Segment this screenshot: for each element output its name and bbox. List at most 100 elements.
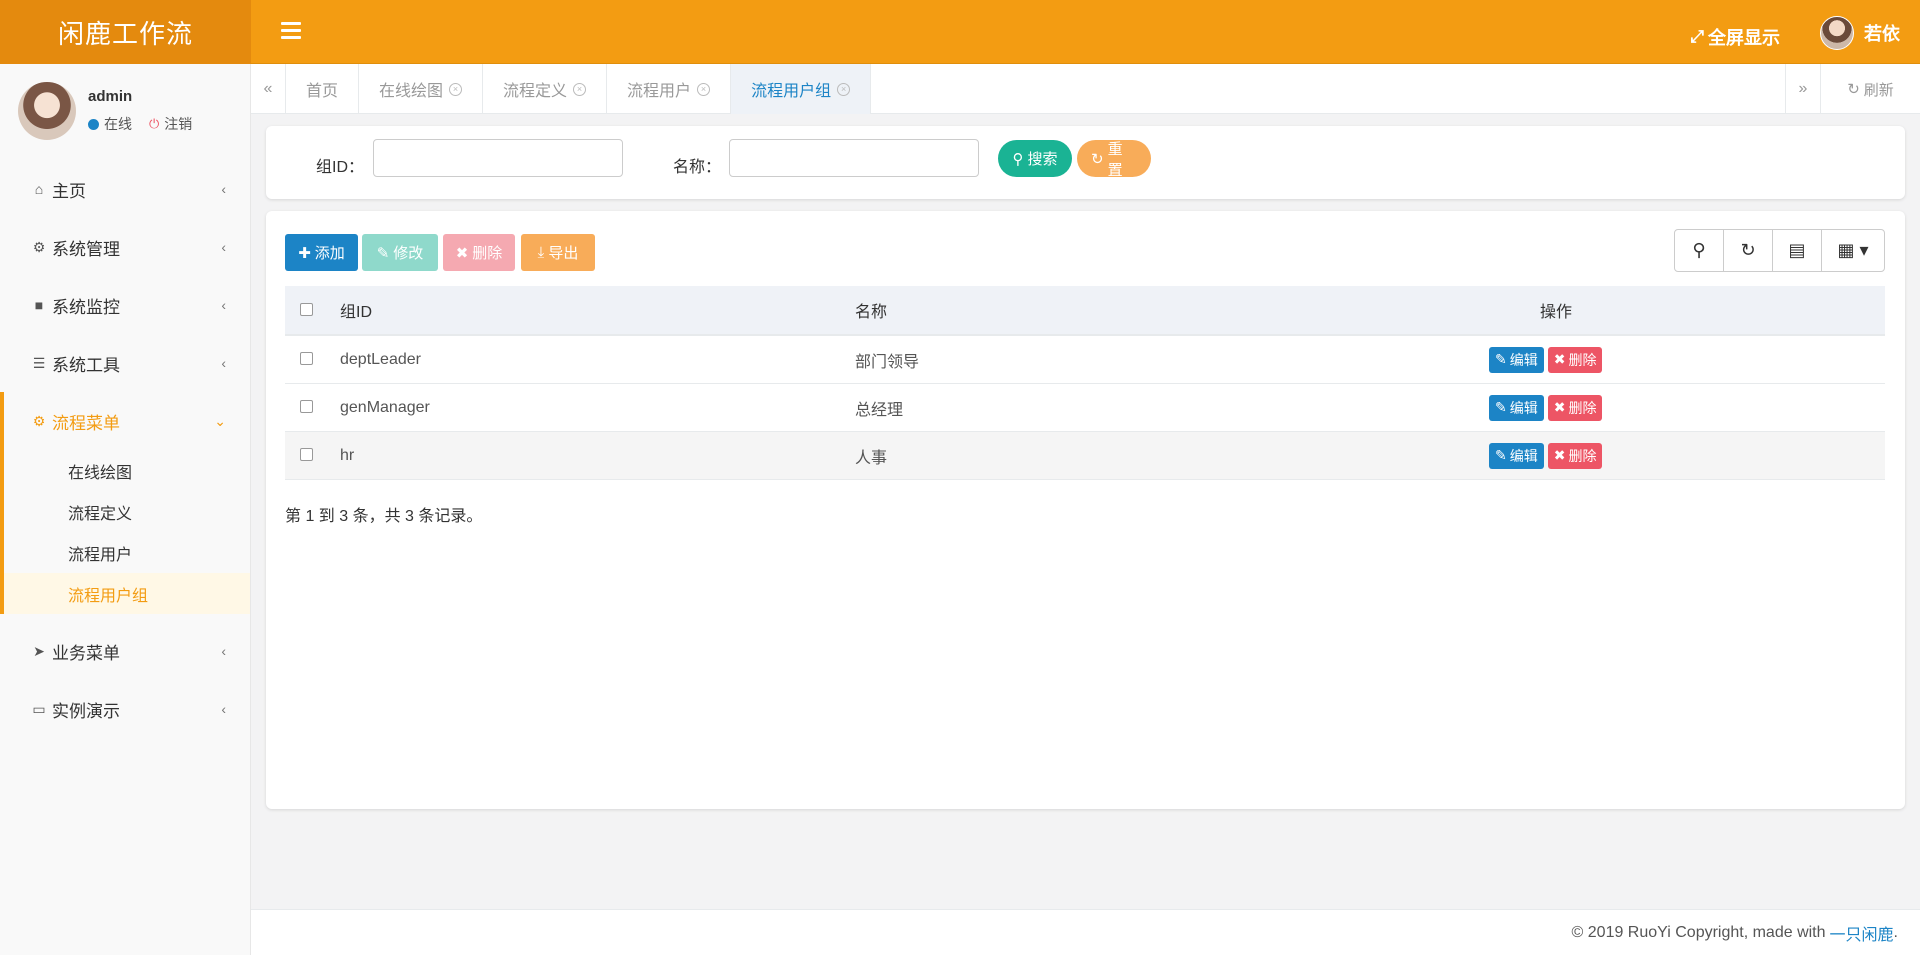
table-row: deptLeader 部门领导 ✎ 编辑 ✖ 删除: [285, 336, 1885, 384]
close-icon[interactable]: ×: [573, 82, 587, 96]
cell-name: 部门领导: [855, 353, 920, 371]
toggle-view-icon[interactable]: ▤: [1773, 230, 1822, 271]
cell-actions: ✎ 编辑 ✖ 删除: [1489, 384, 1603, 431]
refresh-label: 刷新: [1863, 81, 1894, 99]
sidebar-subitem-online-draw[interactable]: 在线绘图: [4, 450, 250, 491]
select-all-checkbox[interactable]: [300, 303, 313, 316]
columns-grid-icon[interactable]: ▦ ▾: [1822, 230, 1884, 271]
delete-button[interactable]: ✖ 删除: [443, 234, 515, 271]
sidebar-subitem-flow-user[interactable]: 流程用户: [4, 532, 250, 573]
tab-label: 流程用户组: [751, 83, 832, 100]
table-row: genManager 总经理 ✎ 编辑 ✖ 删除: [285, 384, 1885, 432]
tab-flow-user[interactable]: 流程用户 ×: [607, 64, 732, 114]
tab-scroll-left-icon[interactable]: «: [251, 64, 286, 114]
sidebar-item-label: 业务菜单: [52, 643, 120, 663]
sidebar-item-tools[interactable]: ☰ 系统工具 ‹: [0, 334, 250, 392]
sidebar-item-monitor[interactable]: ■ 系统监控 ‹: [0, 276, 250, 334]
table-row: hr 人事 ✎ 编辑 ✖ 删除: [285, 432, 1885, 480]
sidebar-item-business[interactable]: ➤ 业务菜单 ‹: [0, 622, 250, 680]
close-icon[interactable]: ×: [449, 82, 463, 96]
add-button[interactable]: ✚ 添加: [285, 234, 358, 271]
fullscreen-button[interactable]: ⤢ 全屏显示: [1690, 24, 1780, 50]
row-edit-button[interactable]: ✎ 编辑: [1489, 442, 1544, 469]
menu-toggle-icon[interactable]: [281, 22, 301, 42]
search-button-label: 搜索: [1027, 151, 1058, 168]
download-icon: ⤓: [537, 244, 545, 261]
row-checkbox[interactable]: [300, 400, 313, 413]
refresh-icon: ↻: [1091, 150, 1104, 168]
desktop-icon: ▭: [32, 700, 46, 717]
delete-label: 删除: [1568, 351, 1597, 368]
table-header: 组ID 名称 操作: [285, 286, 1885, 336]
row-delete-button[interactable]: ✖ 删除: [1547, 346, 1603, 373]
footer-link[interactable]: 一只闲鹿: [1830, 921, 1894, 945]
avatar: [18, 82, 76, 140]
edit-button-label: 修改: [393, 245, 424, 262]
group-id-label: 组ID：: [316, 159, 365, 176]
sidebar-subitem-flow-definition[interactable]: 流程定义: [4, 491, 250, 532]
column-header-group-id[interactable]: 组ID: [340, 286, 372, 334]
search-toggle-icon[interactable]: ⚲: [1675, 230, 1724, 271]
bars-icon: ☰: [32, 354, 46, 371]
edit-button[interactable]: ✎ 修改: [362, 234, 438, 271]
group-id-input[interactable]: [373, 139, 623, 177]
logout-link[interactable]: 注销: [164, 114, 192, 134]
sidebar-item-home[interactable]: ⌂ 主页 ‹: [0, 160, 250, 218]
reset-button[interactable]: ↻ 重置: [1077, 140, 1151, 179]
sidebar-item-system[interactable]: ⚙ 系统管理 ‹: [0, 218, 250, 276]
row-edit-button[interactable]: ✎ 编辑: [1489, 394, 1544, 421]
row-delete-button[interactable]: ✖ 删除: [1547, 394, 1603, 421]
name-input[interactable]: [729, 139, 979, 177]
close-icon[interactable]: ×: [697, 82, 711, 96]
close-icon: ✖: [1553, 447, 1566, 463]
edit-icon: ✎: [1495, 447, 1507, 463]
home-icon: ⌂: [34, 181, 44, 197]
export-button-label: 导出: [548, 245, 579, 262]
status-text: 在线: [104, 116, 132, 132]
chevron-left-icon: ‹: [221, 701, 226, 717]
tab-scroll-right-icon[interactable]: »: [1785, 64, 1820, 114]
column-header-name[interactable]: 名称: [855, 286, 887, 334]
cell-actions: ✎ 编辑 ✖ 删除: [1489, 336, 1603, 383]
row-checkbox[interactable]: [300, 352, 313, 365]
edit-label: 编辑: [1509, 399, 1538, 416]
refresh-button[interactable]: ↻ 刷新: [1820, 64, 1920, 114]
column-header-actions: 操作: [1540, 304, 1573, 321]
row-checkbox[interactable]: [300, 448, 313, 461]
user-menu[interactable]: 若依: [1820, 16, 1900, 50]
edit-label: 编辑: [1509, 447, 1538, 464]
tab-online-draw[interactable]: 在线绘图 ×: [359, 64, 484, 114]
close-icon: ✖: [1553, 351, 1566, 367]
top-user-name: 若依: [1864, 24, 1900, 44]
edit-icon: ✎: [376, 244, 390, 262]
chevron-left-icon: ‹: [221, 181, 226, 197]
tab-label: 首页: [306, 83, 339, 100]
tab-flow-user-group[interactable]: 流程用户组 ×: [731, 64, 872, 114]
top-navbar: ⤢ 全屏显示 若依: [251, 0, 1920, 64]
close-icon: ✖: [455, 244, 469, 262]
sidebar-item-demo[interactable]: ▭ 实例演示 ‹: [0, 680, 250, 738]
tab-list: 首页 在线绘图 × 流程定义 × 流程用户 × 流程用户组 ×: [286, 64, 872, 114]
sidebar-group-flow: ⚙ 流程菜单 ⌄ 在线绘图 流程定义 流程用户 流程用户组: [0, 392, 250, 614]
sidebar-item-flow-menu[interactable]: ⚙ 流程菜单 ⌄: [4, 392, 250, 450]
delete-label: 删除: [1568, 447, 1597, 464]
tab-flow-definition[interactable]: 流程定义 ×: [483, 64, 608, 114]
logout-icon[interactable]: ⏻: [149, 116, 159, 132]
user-panel: admin 在线 ⏻ 注销: [0, 64, 250, 160]
export-button[interactable]: ⤓ 导出: [521, 234, 595, 271]
footer-suffix: .: [1893, 923, 1898, 941]
search-button[interactable]: ⚲ 搜索: [998, 140, 1072, 177]
paper-plane-icon: ➤: [33, 642, 45, 659]
app-logo: 闲鹿工作流: [0, 0, 251, 64]
tab-home[interactable]: 首页: [286, 64, 360, 114]
name-label: 名称：: [673, 159, 722, 176]
close-icon[interactable]: ×: [837, 82, 851, 96]
cell-name: 总经理: [855, 401, 904, 419]
sidebar-subitem-flow-user-group[interactable]: 流程用户组: [4, 573, 250, 614]
plus-icon: ✚: [298, 244, 311, 262]
refresh-table-icon[interactable]: ↻: [1724, 230, 1773, 271]
user-name: admin: [88, 88, 133, 105]
row-delete-button[interactable]: ✖ 删除: [1547, 442, 1603, 469]
chevron-left-icon: ‹: [221, 239, 226, 255]
row-edit-button[interactable]: ✎ 编辑: [1489, 346, 1544, 373]
